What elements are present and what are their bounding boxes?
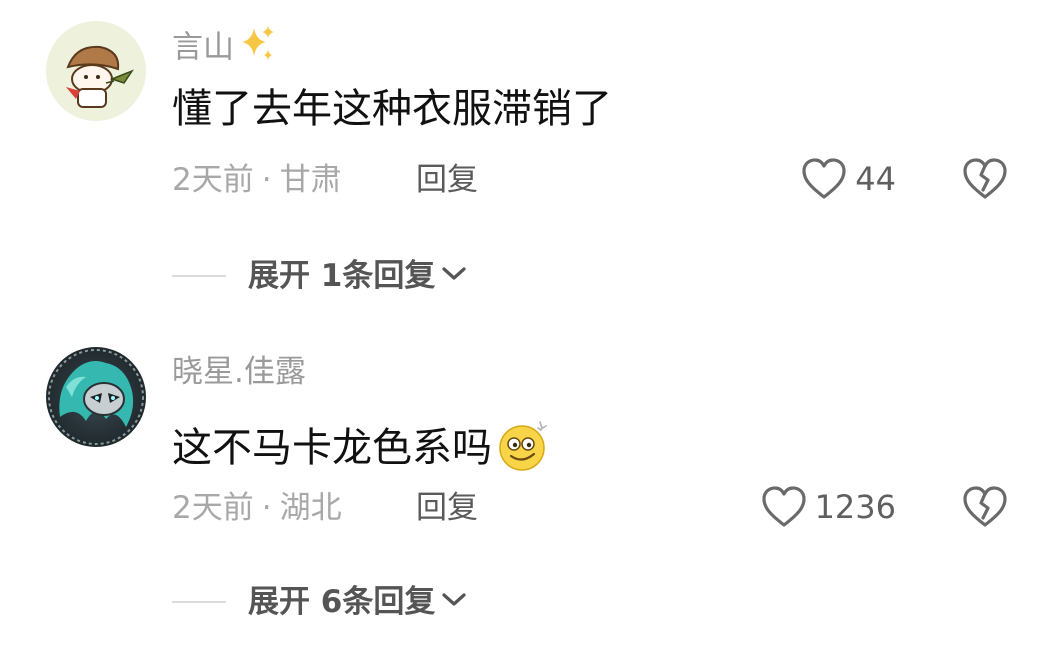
like-count: 1236 bbox=[814, 488, 896, 526]
comment-content: 这不马卡龙色系吗 bbox=[172, 416, 552, 484]
divider-line bbox=[172, 275, 226, 277]
comment-location: 甘肃 bbox=[279, 162, 342, 198]
chevron-down-icon bbox=[441, 590, 467, 614]
username-text: 言山 bbox=[172, 29, 234, 66]
username[interactable]: 晓星.佳露 bbox=[172, 352, 306, 392]
reply-button[interactable]: 回复 bbox=[416, 488, 478, 528]
heart-icon bbox=[802, 158, 846, 199]
expand-replies-label: 展开 6条回复 bbox=[248, 584, 436, 620]
like-button[interactable]: 44 bbox=[801, 157, 896, 201]
dislike-button[interactable] bbox=[962, 157, 1008, 201]
expand-replies-button[interactable]: 展开 1条回复 bbox=[172, 254, 467, 298]
comment-time: 2天前 bbox=[172, 490, 254, 526]
comment-location: 湖北 bbox=[279, 490, 342, 526]
comment-content: 懂了去年这种衣服滞销了 bbox=[172, 86, 612, 132]
username-text: 晓星.佳露 bbox=[172, 354, 306, 390]
comment-meta: 2天前 · 甘肃 bbox=[172, 160, 342, 200]
meta-separator: · bbox=[261, 490, 272, 526]
comment-list: 言山 懂了去年这种衣服滞销了 2天前 · 甘肃 回复 44 展开 1条回复 晓星… bbox=[0, 0, 1056, 661]
chevron-down-icon bbox=[441, 264, 467, 288]
mushroom-character-avatar-icon bbox=[46, 21, 146, 121]
smiling-face-emoji-icon bbox=[496, 416, 552, 484]
like-count: 44 bbox=[855, 160, 896, 198]
reply-button[interactable]: 回复 bbox=[416, 160, 478, 200]
broken-heart-icon bbox=[963, 158, 1007, 199]
masked-hero-avatar-icon bbox=[46, 347, 146, 447]
broken-heart-icon bbox=[963, 486, 1007, 527]
comment-item: 晓星.佳露 这不马卡龙色系吗 2天前 · 湖北 回复 1236 展开 6条回复 bbox=[0, 330, 1056, 661]
dislike-button[interactable] bbox=[962, 485, 1008, 529]
divider-line bbox=[172, 601, 226, 603]
expand-replies-label: 展开 1条回复 bbox=[248, 258, 436, 294]
avatar[interactable] bbox=[46, 21, 146, 121]
comment-meta: 2天前 · 湖北 bbox=[172, 488, 342, 528]
comment-time: 2天前 bbox=[172, 162, 254, 198]
username[interactable]: 言山 bbox=[172, 24, 278, 74]
comment-item: 言山 懂了去年这种衣服滞销了 2天前 · 甘肃 回复 44 展开 1条回复 bbox=[0, 0, 1056, 320]
heart-icon bbox=[761, 486, 806, 527]
meta-separator: · bbox=[261, 162, 272, 198]
comment-content-text: 这不马卡龙色系吗 bbox=[172, 425, 492, 471]
avatar[interactable] bbox=[46, 347, 146, 447]
sparkles-icon bbox=[238, 24, 278, 74]
like-button[interactable]: 1236 bbox=[761, 485, 896, 529]
expand-replies-button[interactable]: 展开 6条回复 bbox=[172, 580, 467, 624]
